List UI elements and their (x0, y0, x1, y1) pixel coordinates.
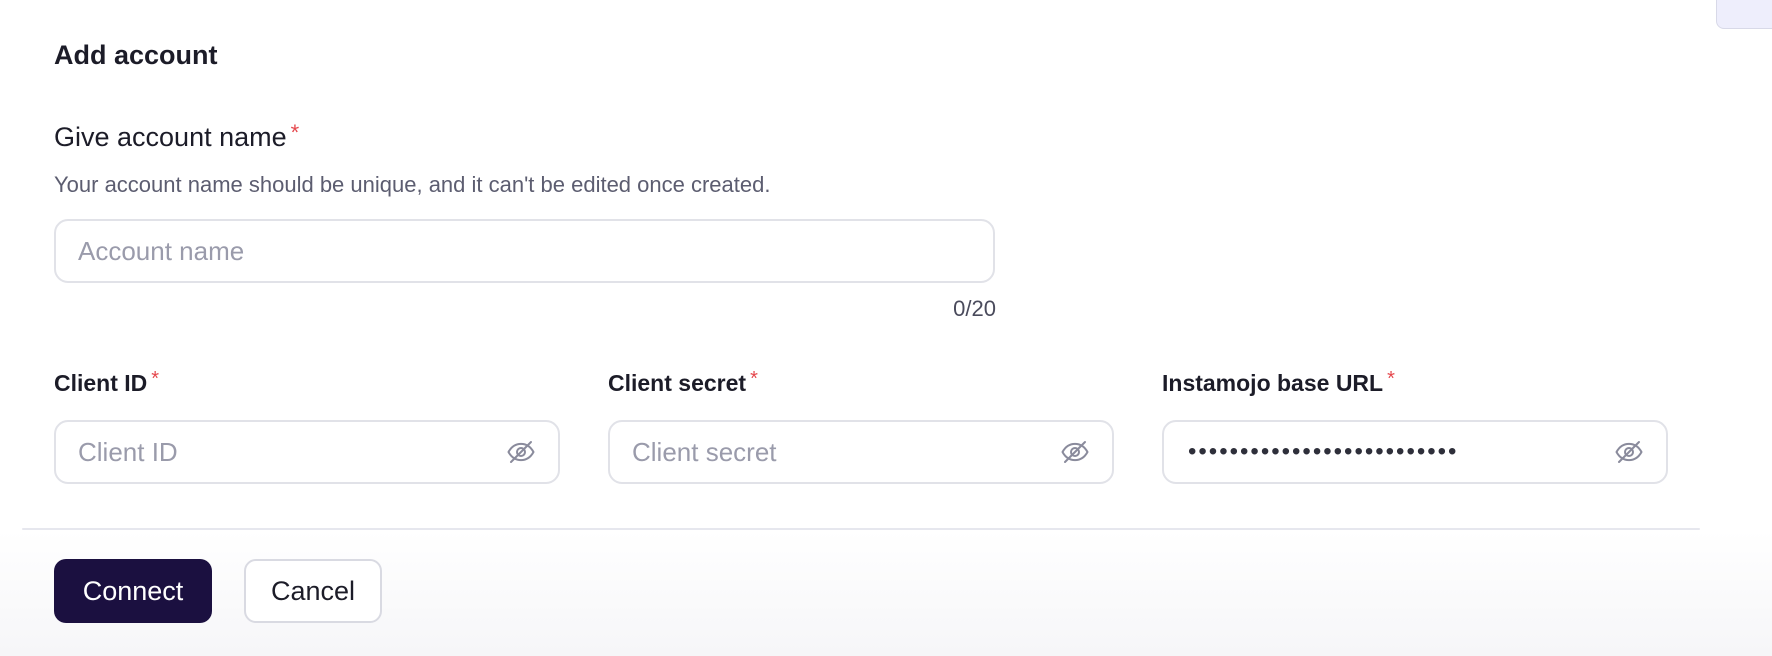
account-name-label-text: Give account name (54, 122, 287, 152)
client-secret-label: Client secret * (608, 368, 758, 397)
account-name-label: Give account name * (54, 120, 300, 153)
client-secret-label-text: Client secret (608, 370, 747, 396)
client-secret-input[interactable] (608, 420, 1114, 484)
instamojo-base-url-label-text: Instamojo base URL (1162, 370, 1384, 396)
cancel-button[interactable]: Cancel (244, 559, 382, 623)
eye-off-icon[interactable] (1613, 436, 1645, 468)
client-id-label: Client ID * (54, 368, 160, 397)
connect-button[interactable]: Connect (54, 559, 212, 623)
account-name-input[interactable] (54, 219, 995, 283)
footer-divider (22, 528, 1700, 530)
required-asterisk: * (1387, 368, 1395, 390)
required-asterisk: * (290, 120, 300, 145)
required-asterisk: * (750, 368, 758, 390)
client-id-input[interactable] (54, 420, 560, 484)
client-id-label-text: Client ID (54, 370, 148, 396)
character-counter: 0/20 (953, 296, 996, 321)
instamojo-base-url-label: Instamojo base URL * (1162, 368, 1395, 397)
corner-widget[interactable] (1716, 0, 1772, 29)
page-title: Add account (54, 40, 218, 70)
instamojo-base-url-input[interactable] (1162, 420, 1668, 484)
eye-off-icon[interactable] (1059, 436, 1091, 468)
account-name-helper-text: Your account name should be unique, and … (54, 172, 771, 197)
eye-off-icon[interactable] (505, 436, 537, 468)
required-asterisk: * (151, 368, 160, 390)
